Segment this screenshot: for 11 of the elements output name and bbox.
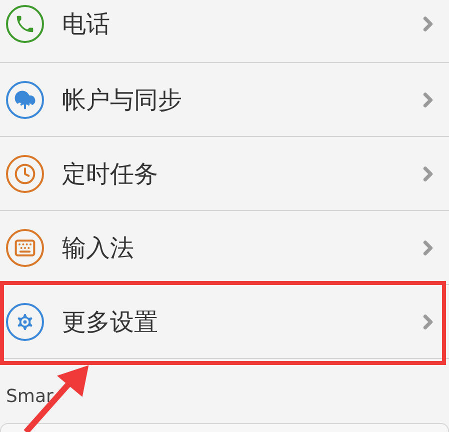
row-label: 定时任务 <box>62 162 158 186</box>
settings-row[interactable]: 电话 <box>0 0 449 63</box>
section-title: Smar <box>6 384 54 408</box>
settings-row[interactable]: 更多设置 <box>0 285 449 359</box>
row-label: 更多设置 <box>62 310 158 334</box>
settings-row[interactable]: 帐户与同步 <box>0 63 449 137</box>
row-label: 电话 <box>62 12 110 36</box>
settings-row[interactable]: 定时任务 <box>0 137 449 211</box>
row-label: 帐户与同步 <box>62 88 182 112</box>
row-label: 输入法 <box>62 236 134 260</box>
settings-row[interactable]: 输入法 <box>0 211 449 285</box>
